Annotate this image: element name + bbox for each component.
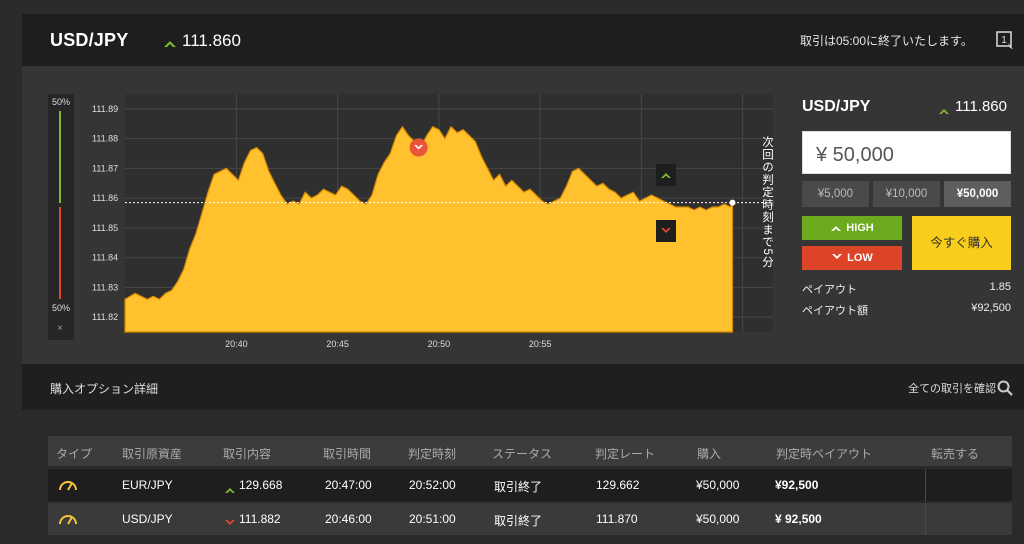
row-purchase: ¥50,000: [696, 478, 740, 492]
payout-amount-label: ペイアウト額: [802, 305, 868, 317]
preset-10000-button[interactable]: ¥10,000: [873, 181, 940, 207]
low-button[interactable]: LOW: [802, 246, 902, 270]
amount-value[interactable]: ¥ 50,000: [816, 144, 894, 167]
low-label: LOW: [847, 252, 873, 264]
row-judge: 20:51:00: [409, 512, 456, 526]
y-tick-label: 111.85: [92, 223, 118, 233]
x-tick-label: 20:55: [529, 339, 552, 349]
up-arrow-icon: [938, 102, 950, 114]
low-zone-marker-icon: [656, 220, 676, 242]
row-judge-rate: 111.870: [596, 512, 638, 526]
preset-5000-button[interactable]: ¥5,000: [802, 181, 869, 207]
payout-value: 1.85: [989, 281, 1011, 293]
buy-now-button[interactable]: 今すぐ購入: [912, 216, 1011, 270]
up-arrow-icon: [831, 226, 842, 231]
gauge-low-percent: 50%: [52, 303, 71, 313]
x-tick-label: 20:50: [428, 339, 451, 349]
asset-title[interactable]: USD/JPY: [50, 30, 128, 51]
row-judge: 20:52:00: [409, 478, 456, 492]
col-resell: 転売する: [931, 447, 980, 461]
y-tick-label: 111.84: [92, 253, 118, 263]
entry-marker: [409, 138, 428, 157]
row-rate: 111.882: [239, 512, 281, 526]
row-payout: ¥ 92,500: [775, 512, 822, 526]
gauge-type-icon: [58, 476, 78, 492]
row-asset: EUR/JPY: [122, 478, 173, 492]
row-divider: [925, 469, 926, 501]
y-tick-label: 111.86: [92, 193, 118, 203]
row-asset: USD/JPY: [122, 512, 173, 526]
row-judge-rate: 129.662: [596, 478, 640, 492]
y-tick-label: 111.88: [92, 134, 118, 144]
expiry-icon-label: 1: [1001, 35, 1007, 46]
col-status: ステータス: [492, 447, 553, 461]
details-header: [22, 364, 1024, 410]
time-to-judgement-label: 次回の判定時刻まで5分: [761, 136, 773, 269]
y-tick-label: 111.82: [92, 312, 118, 322]
x-tick-label: 20:45: [326, 339, 349, 349]
y-tick-label: 111.83: [92, 282, 118, 292]
col-payout: 判定時ペイアウト: [776, 447, 873, 461]
col-asset: 取引原資産: [122, 447, 183, 461]
price-chart[interactable]: 111.89 111.88 111.87 111.86 111.85 111.84 111.…: [80, 90, 780, 358]
up-arrow-icon: [163, 35, 177, 47]
row-status: 取引終了: [494, 480, 543, 494]
gauge-high-percent: 50%: [52, 97, 71, 107]
up-arrow-icon: [224, 481, 236, 493]
trade-asset: USD/JPY: [802, 98, 871, 115]
view-all-trades-link[interactable]: 全ての取引を確認: [908, 380, 996, 396]
row-payout: ¥92,500: [775, 478, 819, 492]
header-rate: 111.860: [182, 31, 241, 50]
preset-50000-button[interactable]: ¥50,000: [944, 181, 1011, 207]
col-purchase: 購入: [697, 447, 722, 461]
trade-rate: 111.860: [955, 98, 1007, 115]
current-price-dot: [729, 199, 736, 206]
high-label: HIGH: [846, 222, 874, 234]
gauge-close-icon[interactable]: ×: [57, 323, 63, 334]
row-status: 取引終了: [494, 514, 543, 528]
row-time: 20:47:00: [325, 478, 372, 492]
payout-label: ペイアウト: [802, 284, 857, 296]
gauge-high-bar: [59, 111, 61, 203]
row-time: 20:46:00: [325, 512, 372, 526]
down-arrow-icon: [224, 515, 236, 525]
col-judge-time: 判定時刻: [408, 447, 457, 461]
search-icon[interactable]: [997, 380, 1013, 396]
x-tick-label: 20:40: [225, 339, 248, 349]
row-rate: 129.668: [239, 478, 283, 492]
high-button[interactable]: HIGH: [802, 216, 902, 240]
down-arrow-icon: [832, 254, 843, 259]
row-divider: [925, 503, 926, 535]
col-judge-rate: 判定レート: [595, 447, 656, 461]
gauge-type-icon: [58, 510, 78, 526]
col-type: タイプ: [56, 447, 93, 461]
details-title: 購入オプション詳細: [50, 382, 159, 396]
closing-notice: 取引は05:00に終了いたします。: [800, 34, 973, 48]
gauge-low-bar: [59, 207, 61, 299]
y-tick-label: 111.89: [92, 104, 118, 114]
high-zone-marker-icon: [656, 164, 676, 186]
expiry-select-icon[interactable]: 1: [996, 30, 1014, 50]
col-trade-time: 取引時間: [323, 447, 372, 461]
row-purchase: ¥50,000: [696, 512, 740, 526]
y-tick-label: 111.87: [92, 163, 118, 173]
col-direction: 取引内容: [223, 447, 272, 461]
payout-amount-value: ¥92,500: [971, 302, 1011, 314]
